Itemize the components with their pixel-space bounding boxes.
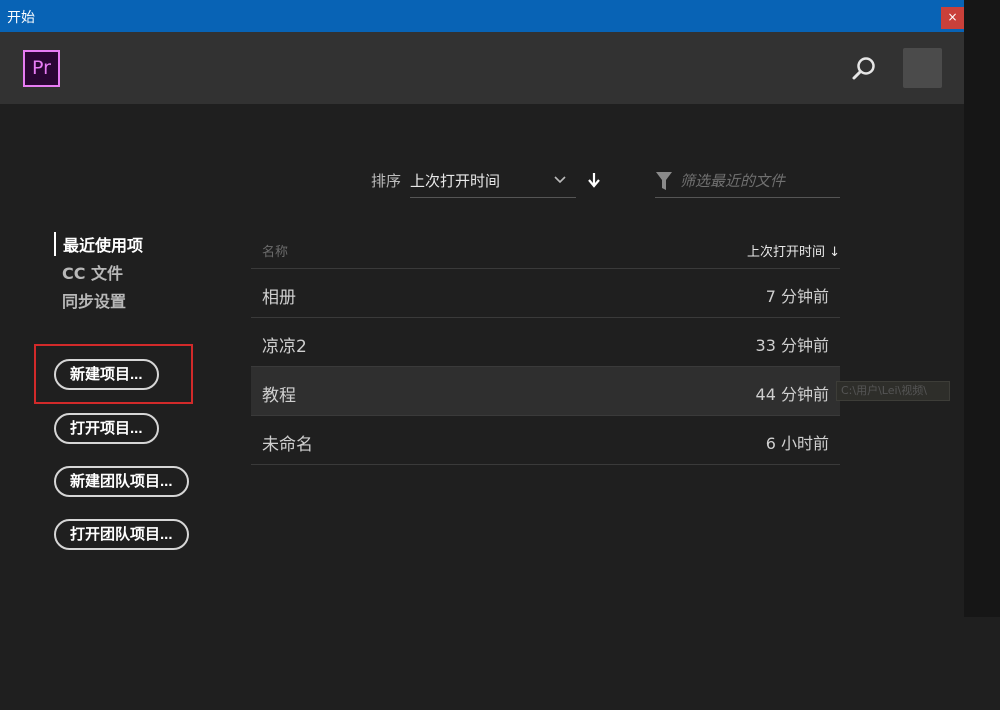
sort-direction-icon[interactable] xyxy=(586,171,602,189)
table-row[interactable]: 凉凉2 33 分钟前 xyxy=(251,318,840,367)
avatar[interactable] xyxy=(903,48,942,88)
open-project-button[interactable]: 打开项目... xyxy=(54,413,159,444)
file-name: 未命名 xyxy=(262,435,313,455)
title-bar: 开始 × xyxy=(0,0,964,32)
file-time: 33 分钟前 xyxy=(755,336,829,355)
new-project-button[interactable]: 新建项目... xyxy=(54,359,159,390)
premiere-logo: Pr xyxy=(23,50,60,87)
filter-box xyxy=(655,165,840,198)
sidebar-item-cc-files[interactable]: CC 文件 xyxy=(54,260,123,284)
file-time: 6 小时前 xyxy=(765,434,829,453)
funnel-icon xyxy=(656,172,672,190)
file-name: 凉凉2 xyxy=(262,337,307,357)
window-title: 开始 xyxy=(7,10,35,26)
background-panel xyxy=(964,0,1000,617)
sort-value: 上次打开时间 xyxy=(410,172,501,190)
column-name-header[interactable]: 名称 xyxy=(262,241,288,260)
column-time-header[interactable]: 上次打开时间 ↓ xyxy=(747,241,840,260)
app-header: Pr xyxy=(0,32,964,104)
close-button[interactable]: × xyxy=(941,7,964,29)
search-icon[interactable] xyxy=(850,55,878,83)
file-name: 相册 xyxy=(262,288,296,308)
table-row[interactable]: 相册 7 分钟前 xyxy=(251,269,840,318)
table-row[interactable]: 未命名 6 小时前 xyxy=(251,416,840,465)
open-team-project-button[interactable]: 打开团队项目... xyxy=(54,519,189,550)
file-name: 教程 xyxy=(262,386,296,406)
table-row[interactable]: 教程 44 分钟前 xyxy=(251,367,840,416)
background-panel-bottom xyxy=(964,617,1000,710)
file-time: 44 分钟前 xyxy=(755,385,829,404)
new-team-project-button[interactable]: 新建团队项目... xyxy=(54,466,189,497)
table-header: 名称 上次打开时间 ↓ xyxy=(251,228,840,269)
file-time: 7 分钟前 xyxy=(765,287,829,306)
chevron-down-icon xyxy=(554,176,566,184)
sort-dropdown[interactable]: 上次打开时间 xyxy=(410,165,576,198)
filter-input[interactable] xyxy=(680,170,835,192)
sort-label: 排序 xyxy=(371,172,402,190)
path-tooltip: C:\用户\Lei\视频\ xyxy=(836,381,950,401)
close-icon: × xyxy=(947,10,958,24)
sidebar-item-sync-settings[interactable]: 同步设置 xyxy=(54,288,126,312)
sidebar-item-recent[interactable]: 最近使用项 xyxy=(54,232,143,256)
